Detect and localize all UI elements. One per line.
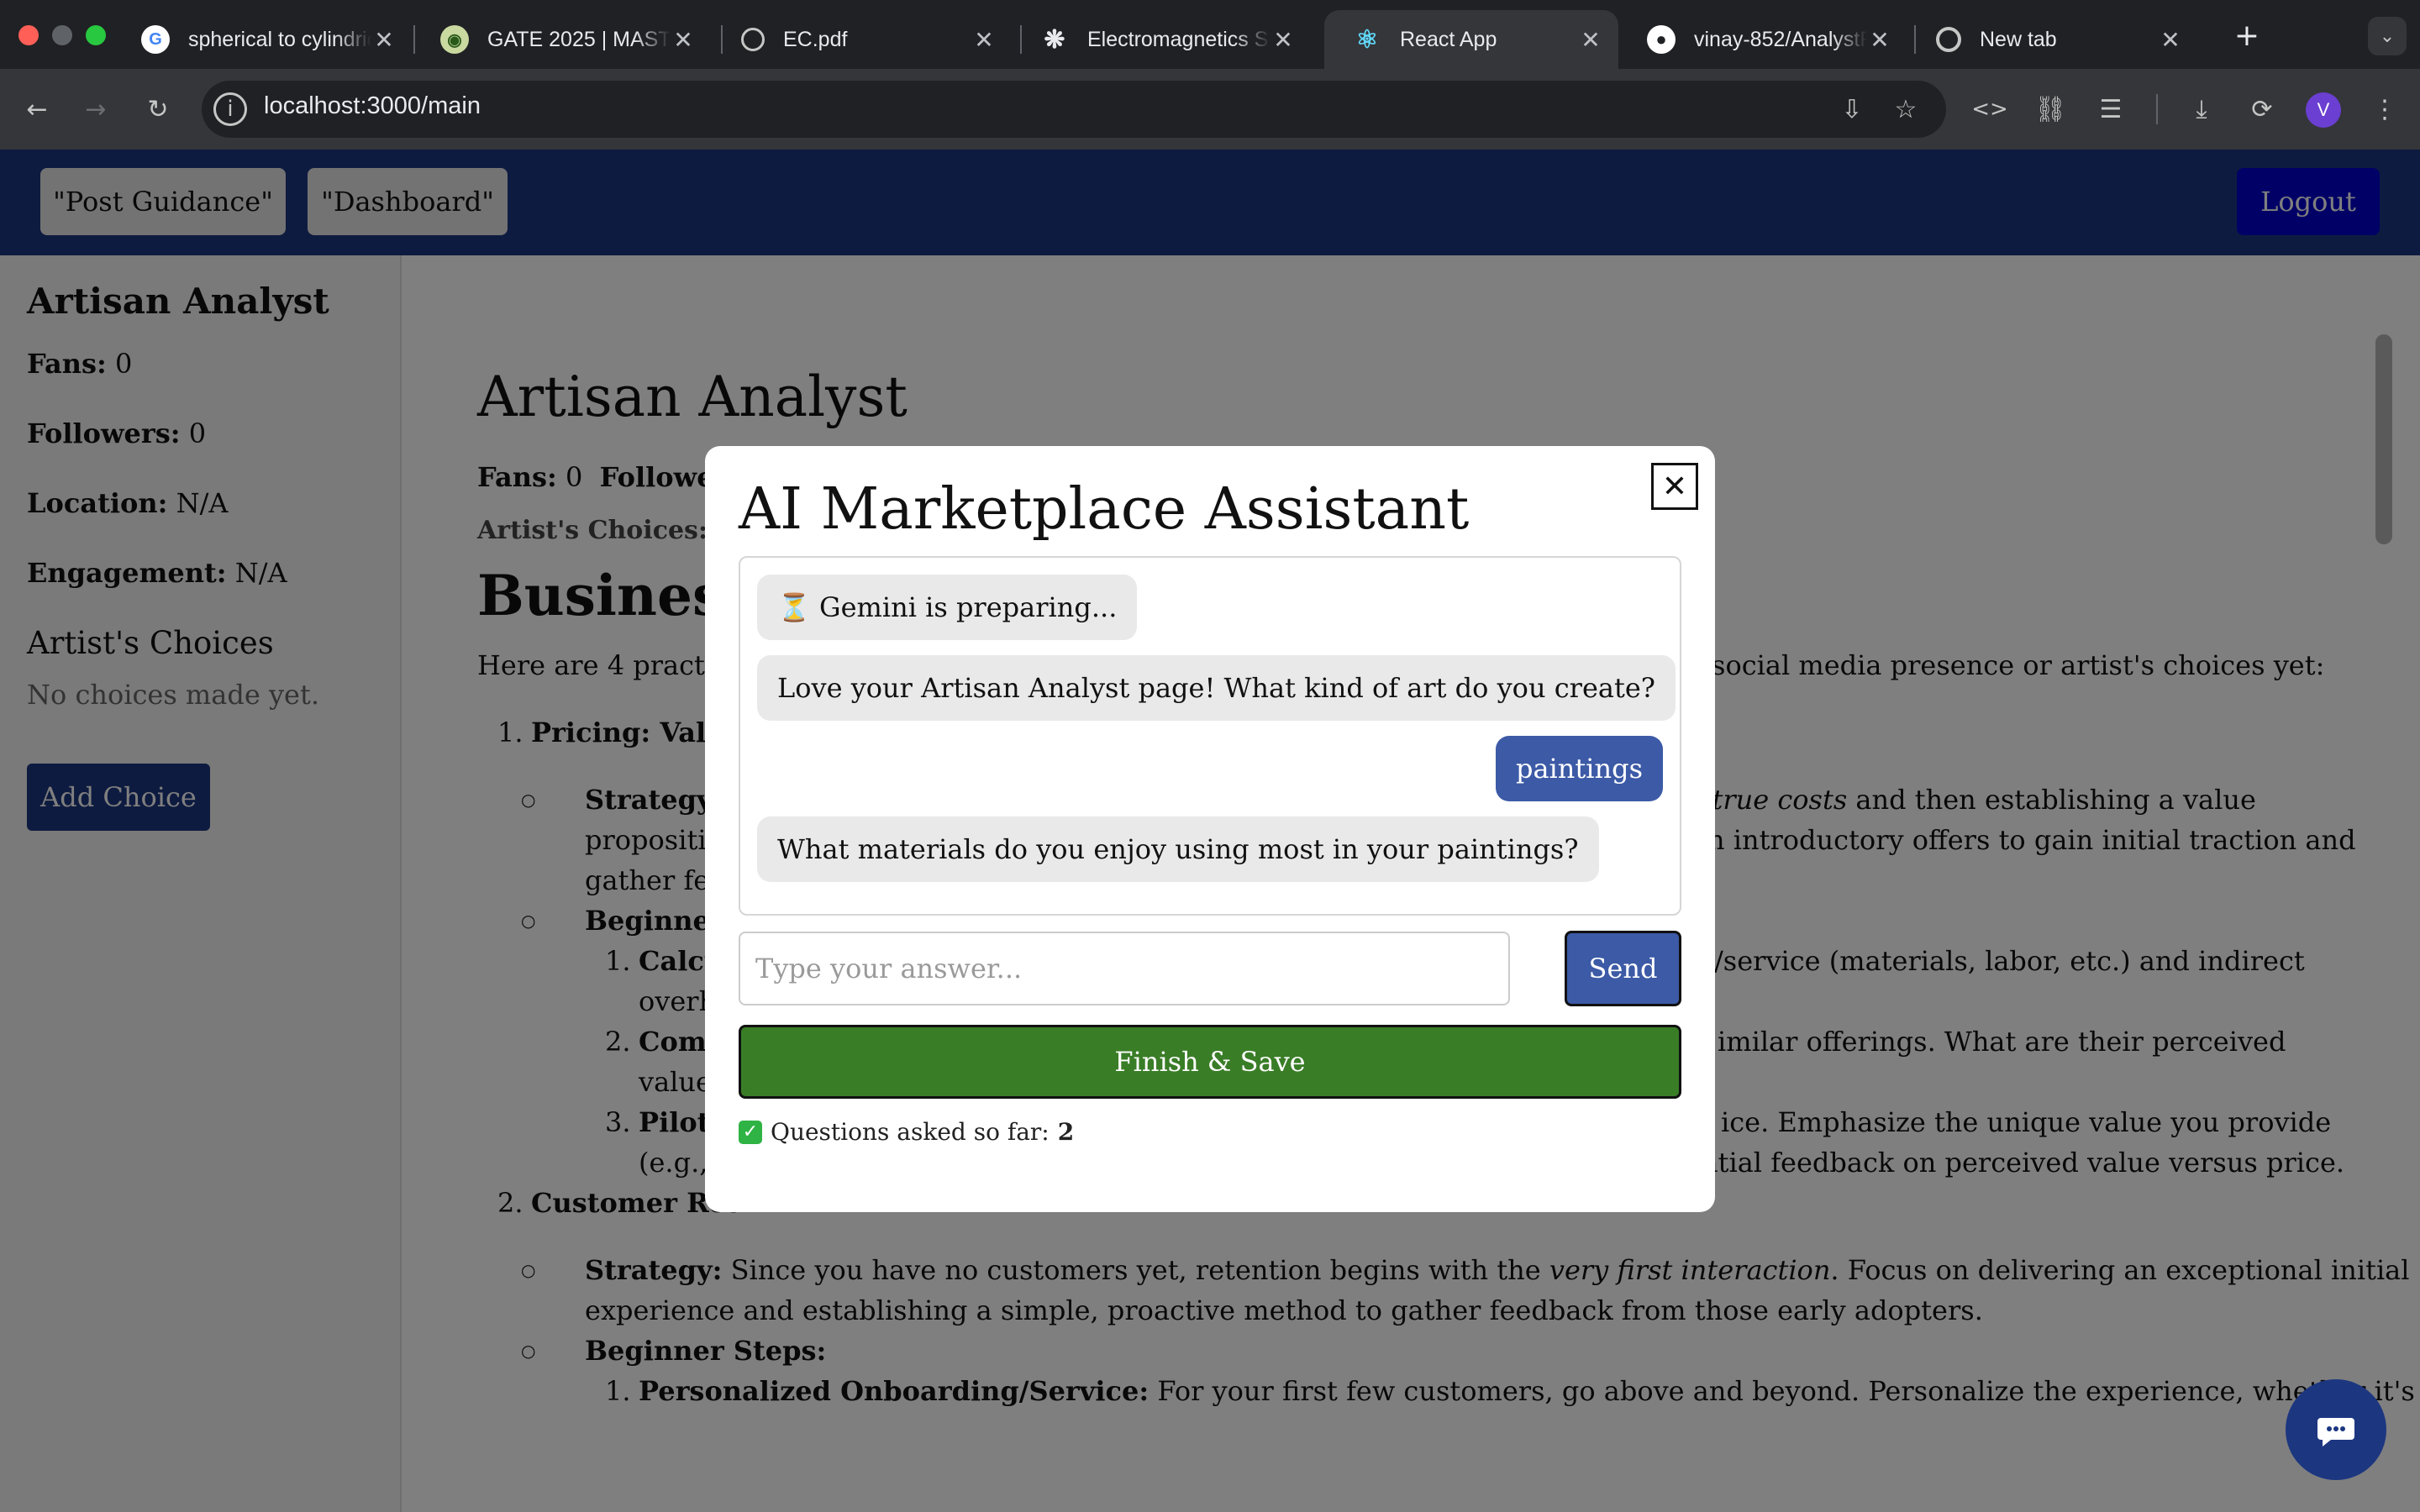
close-icon[interactable]: ✕ <box>2158 26 2183 54</box>
close-window-button[interactable] <box>18 25 39 45</box>
back-icon[interactable]: ← <box>20 92 54 126</box>
questions-label: Questions asked so far: <box>771 1118 1050 1146</box>
tab-7[interactable]: New tab ✕ <box>1907 10 2198 69</box>
extension-icon[interactable]: ⟳ <box>2245 92 2279 126</box>
answer-input[interactable] <box>739 932 1510 1005</box>
minimize-window-button[interactable] <box>52 25 72 45</box>
profile-avatar[interactable]: V <box>2306 92 2341 128</box>
tab-search-icon[interactable]: ⌄ <box>2368 17 2407 55</box>
modal-title: AI Marketplace Assistant <box>739 476 1470 543</box>
close-icon[interactable]: ✕ <box>1578 26 1603 54</box>
more-menu-icon[interactable]: ⋮ <box>2368 92 2402 126</box>
tab-2[interactable]: ◉ GATE 2025 | MASTER ✕ <box>412 10 711 69</box>
tab-title: Electromagnetics Summary <box>1087 27 1270 51</box>
chat-message-ai: What materials do you enjoy using most i… <box>757 816 1599 882</box>
forward-icon[interactable]: → <box>79 92 113 126</box>
new-tab-icon[interactable]: + <box>2230 18 2264 53</box>
close-icon[interactable]: ✕ <box>971 26 997 54</box>
ai-assistant-modal: AI Marketplace Assistant ✕ ⏳ Gemini is p… <box>705 446 1715 1212</box>
close-modal-button[interactable]: ✕ <box>1651 463 1698 510</box>
tab-6[interactable]: ● vinay-852/AnalystRepo ✕ <box>1618 10 1907 69</box>
close-icon[interactable]: ✕ <box>1867 26 1892 54</box>
chat-bubble-icon <box>2317 1418 2354 1446</box>
maximize-window-button[interactable] <box>86 25 106 45</box>
check-icon: ✓ <box>739 1120 762 1144</box>
tab-title: React App <box>1400 27 1497 51</box>
browser-tab-strip: G spherical to cylindrical ✕ ◉ GATE 2025… <box>0 0 2420 69</box>
chat-message-user: paintings <box>1495 736 1663 801</box>
tab-title: vinay-852/AnalystRepo <box>1694 27 1867 51</box>
google-icon: G <box>141 25 170 54</box>
chat-message-ai: ⏳ Gemini is preparing... <box>757 575 1138 640</box>
reading-list-icon[interactable]: ☰ <box>2094 92 2128 126</box>
github-icon: ● <box>1647 25 1676 54</box>
tab-title: EC.pdf <box>783 27 848 51</box>
tab-title: spherical to cylindrical <box>188 27 371 51</box>
tab-1[interactable]: G spherical to cylindrical ✕ <box>113 10 412 69</box>
app-page: "Post Guidance" "Dashboard" Logout Artis… <box>0 150 2420 1512</box>
tab-5-active[interactable]: ⚛ React App ✕ <box>1324 10 1618 69</box>
openai-icon: ❋ <box>1044 25 1065 54</box>
chrome-icon <box>1936 27 1961 52</box>
chat-log: ⏳ Gemini is preparing... Love your Artis… <box>739 556 1681 916</box>
questions-count: 2 <box>1057 1118 1075 1146</box>
globe-icon <box>741 28 765 51</box>
questions-counter: ✓ Questions asked so far: 2 <box>739 1118 1074 1146</box>
close-icon[interactable]: ✕ <box>671 26 696 54</box>
react-icon: ⚛ <box>1355 25 1379 54</box>
close-icon[interactable]: ✕ <box>1270 26 1296 54</box>
code-icon[interactable]: <> <box>1971 92 2008 126</box>
url-text[interactable]: localhost:3000/main <box>264 92 481 120</box>
finish-save-button[interactable]: Finish & Save <box>739 1025 1681 1099</box>
site-icon: ◉ <box>440 25 469 54</box>
bookmark-star-icon[interactable]: ☆ <box>1889 92 1923 126</box>
install-app-icon[interactable]: ⇩ <box>1835 92 1869 126</box>
site-info-icon[interactable]: i <box>213 92 247 126</box>
send-button[interactable]: Send <box>1565 931 1681 1006</box>
link-icon[interactable]: ⛓ <box>2033 92 2067 126</box>
close-icon[interactable]: ✕ <box>371 26 397 54</box>
chat-message-ai: Love your Artisan Analyst page! What kin… <box>757 655 1676 721</box>
reload-icon[interactable]: ↻ <box>141 92 175 126</box>
tab-title: GATE 2025 | MASTER <box>487 27 671 51</box>
chat-fab-button[interactable] <box>2286 1379 2386 1480</box>
tab-title: New tab <box>1980 27 2057 51</box>
download-icon[interactable]: ⤓ <box>2185 92 2218 126</box>
tab-4[interactable]: ❋ Electromagnetics Summary ✕ <box>1012 10 1311 69</box>
tab-3[interactable]: EC.pdf ✕ <box>713 10 1012 69</box>
